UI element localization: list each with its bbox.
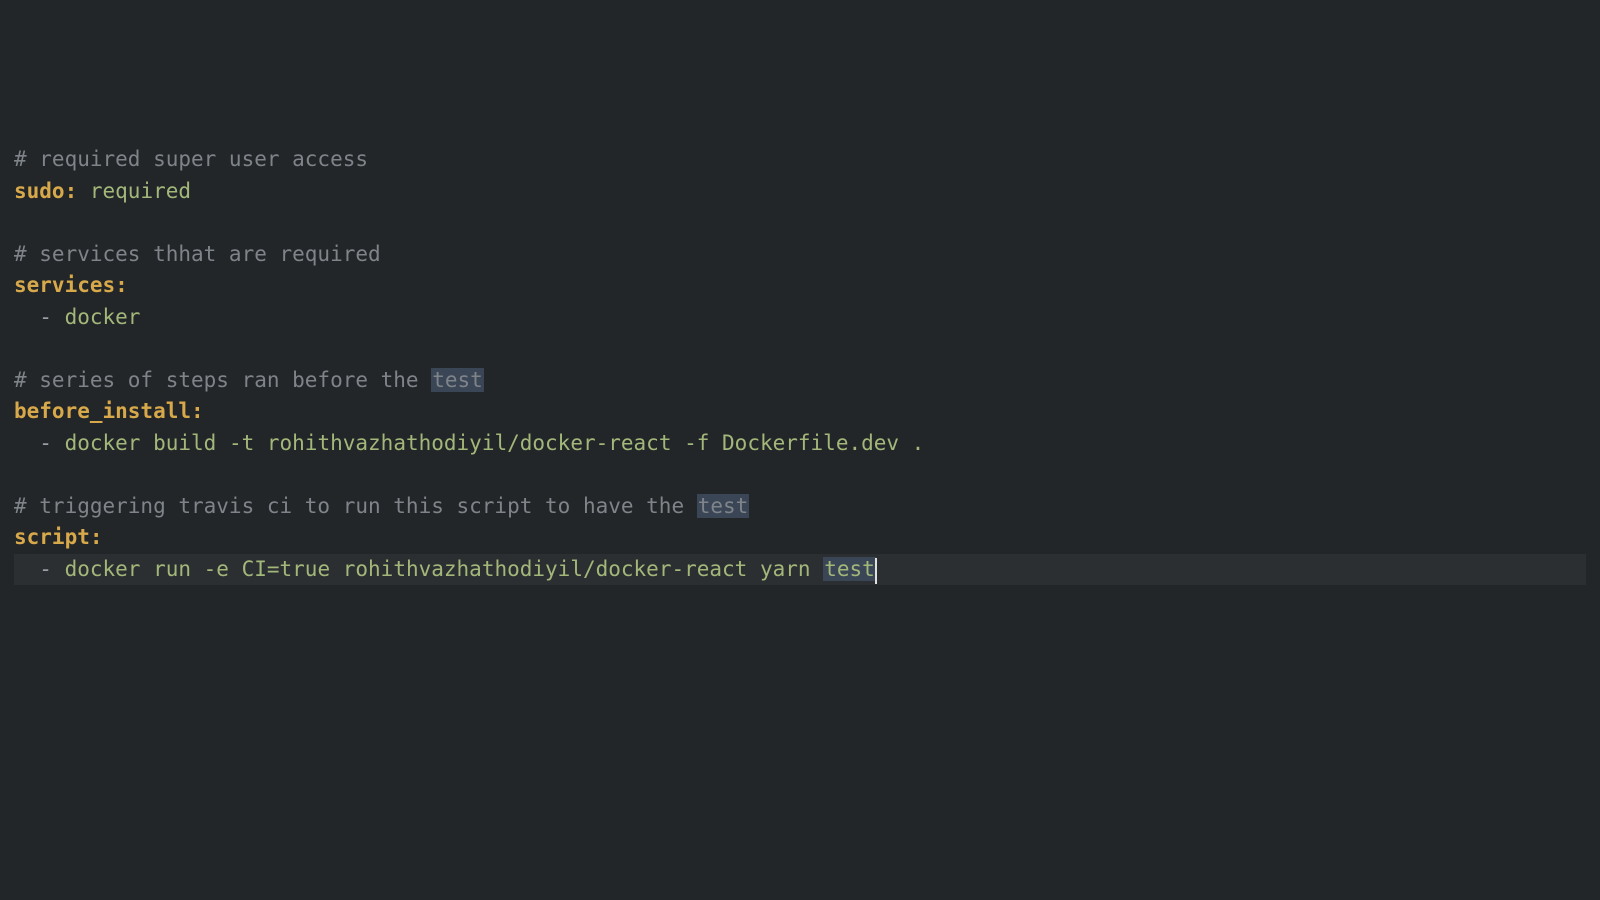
code-line[interactable] [14, 207, 1586, 239]
yaml-colon: : [65, 179, 90, 203]
highlighted-text: test [697, 494, 750, 518]
code-line[interactable]: script: [14, 522, 1586, 554]
code-line[interactable] [14, 459, 1586, 491]
yaml-value: required [90, 179, 191, 203]
code-line-current[interactable]: - docker run -e CI=true rohithvazhathodi… [14, 554, 1586, 586]
yaml-value: docker run -e CI=true rohithvazhathodiyi… [65, 557, 824, 581]
yaml-colon: : [115, 273, 128, 297]
code-line[interactable]: # triggering travis ci to run this scrip… [14, 491, 1586, 523]
code-line[interactable]: # series of steps ran before the test [14, 365, 1586, 397]
code-line[interactable]: # required super user access [14, 144, 1586, 176]
code-editor[interactable]: # required super user access sudo: requir… [14, 144, 1586, 585]
indent [14, 557, 39, 581]
code-line[interactable]: # services thhat are required [14, 239, 1586, 271]
highlighted-text: test [823, 557, 876, 581]
highlighted-text: test [431, 368, 484, 392]
yaml-key: services [14, 273, 115, 297]
comment-text: # triggering travis ci to run this scrip… [14, 494, 697, 518]
code-line[interactable]: sudo: required [14, 176, 1586, 208]
comment-text: # series of steps ran before the [14, 368, 431, 392]
code-line[interactable]: - docker [14, 302, 1586, 334]
yaml-dash: - [39, 431, 64, 455]
code-line[interactable] [14, 333, 1586, 365]
yaml-dash: - [39, 305, 64, 329]
text-cursor [875, 558, 877, 584]
indent [14, 305, 39, 329]
yaml-dash: - [39, 557, 64, 581]
code-line[interactable]: - docker build -t rohithvazhathodiyil/do… [14, 428, 1586, 460]
yaml-colon: : [90, 525, 103, 549]
yaml-key: script [14, 525, 90, 549]
yaml-colon: : [191, 399, 204, 423]
yaml-key: sudo [14, 179, 65, 203]
comment-text: # services thhat are required [14, 242, 381, 266]
yaml-value: docker [65, 305, 141, 329]
yaml-value: docker build -t rohithvazhathodiyil/dock… [65, 431, 925, 455]
code-line[interactable]: services: [14, 270, 1586, 302]
yaml-key: before_install [14, 399, 191, 423]
comment-text: # required super user access [14, 147, 368, 171]
code-line[interactable]: before_install: [14, 396, 1586, 428]
indent [14, 431, 39, 455]
